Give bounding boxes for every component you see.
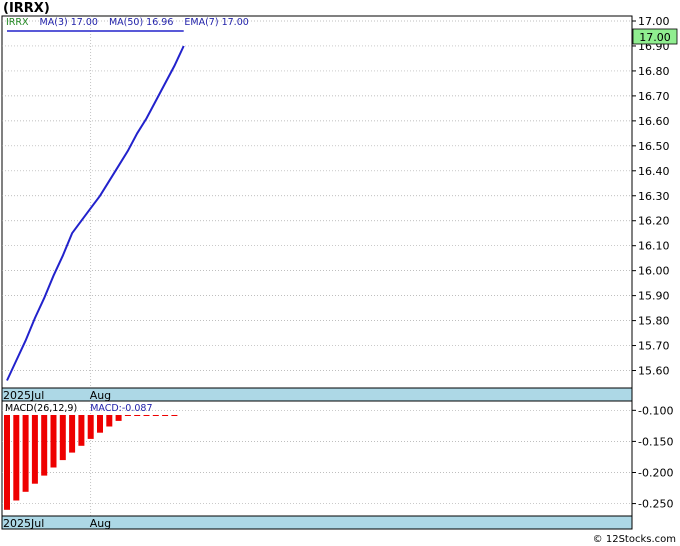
- macd-tick-label: -0.100: [638, 404, 673, 417]
- price-tick-label: 15.80: [638, 315, 670, 328]
- macd-bar: [124, 415, 131, 416]
- macd-bar: [13, 415, 20, 501]
- price-tick-label: 17.00: [638, 15, 670, 28]
- macd-bar: [115, 415, 122, 421]
- macd-tick-label: -0.200: [638, 466, 673, 479]
- price-tick-label: 16.00: [638, 265, 670, 278]
- macd-bar: [106, 415, 113, 427]
- price-y-axis: 15.60 15.70 15.80 15.90 16.00 16.10 16.20 16.30…: [632, 15, 670, 378]
- macd-bar: [78, 415, 85, 446]
- legend-ma3: MA(3) 17.00: [40, 17, 98, 28]
- legend: IRRX MA(3) 17.00 MA(50) 16.96 EMA(7) 17.…: [6, 17, 249, 28]
- macd-tick-label: -0.150: [638, 435, 673, 448]
- price-tick-label: 16.80: [638, 65, 670, 78]
- macd-legend: MACD(26,12,9) MACD:-0.087: [5, 403, 153, 414]
- legend-ma50: MA(50) 16.96: [109, 17, 173, 28]
- price-tick-label: 16.60: [638, 115, 670, 128]
- macd-y-axis: -0.100 -0.150 -0.200 -0.250: [632, 404, 673, 511]
- legend-ema7: EMA(7) 17.00: [184, 17, 248, 28]
- macd-bar: [22, 415, 29, 492]
- stock-chart: (IRRX) 15.60 15.70 15.80 15.90 16.00 16.10 16.…: [1, 1, 678, 545]
- macd-bar: [143, 415, 150, 416]
- macd-bar: [4, 415, 10, 510]
- macd-bar: [97, 415, 103, 433]
- price-tick-label: 15.70: [638, 340, 670, 353]
- legend-symbol: IRRX: [6, 17, 29, 28]
- last-price-label: 17.00: [639, 31, 671, 44]
- macd-x-tick-label: Aug: [90, 517, 111, 530]
- macd-bar: [69, 415, 76, 453]
- price-tick-label: 16.30: [638, 190, 670, 203]
- price-tick-label: 16.70: [638, 90, 670, 103]
- macd-bar: [31, 415, 38, 484]
- macd-legend-value: MACD:-0.087: [90, 403, 152, 414]
- macd-bar: [87, 415, 94, 439]
- macd-panel: [1, 400, 633, 517]
- price-tick-label: 16.50: [638, 140, 670, 153]
- macd-bar: [152, 415, 159, 416]
- price-tick-label: 16.40: [638, 165, 670, 178]
- macd-legend-params: MACD(26,12,9): [5, 403, 77, 414]
- macd-tick-label: -0.250: [638, 498, 673, 511]
- price-x-tick-label: 2025Jul: [3, 389, 44, 402]
- chart-title: (IRRX): [3, 1, 50, 16]
- price-tick-label: 16.20: [638, 215, 670, 228]
- macd-x-tick-label: 2025Jul: [3, 517, 44, 530]
- macd-bar: [162, 415, 169, 416]
- price-x-tick-label: Aug: [90, 389, 111, 402]
- price-tick-label: 15.60: [638, 365, 670, 378]
- price-tick-label: 15.90: [638, 290, 670, 303]
- macd-bar: [171, 415, 178, 416]
- copyright: © 12Stocks.com: [593, 534, 676, 545]
- macd-bar: [41, 415, 48, 476]
- macd-bar: [50, 415, 57, 468]
- macd-bar: [134, 415, 141, 416]
- macd-bar: [59, 415, 66, 461]
- price-tick-label: 16.10: [638, 240, 670, 253]
